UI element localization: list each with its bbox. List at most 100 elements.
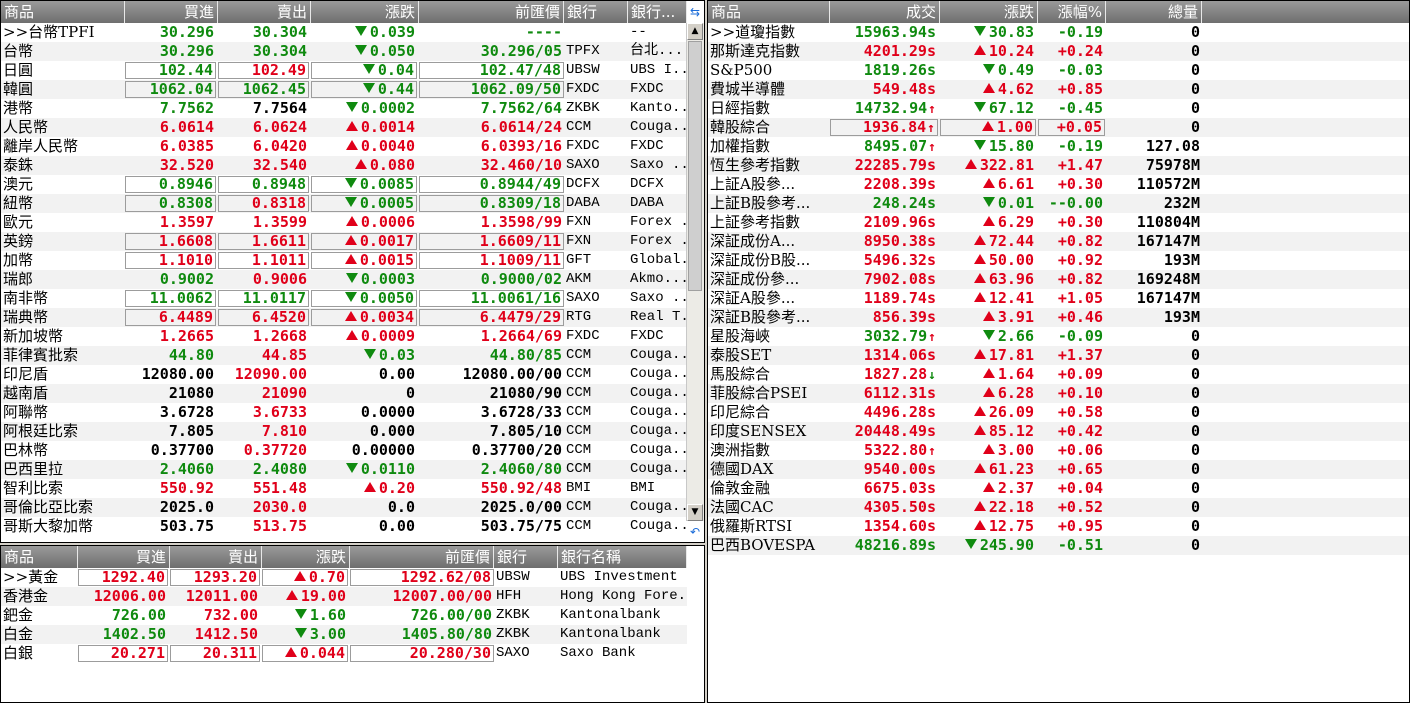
metal-ask-text: 1293.20 bbox=[193, 569, 257, 586]
header-ask[interactable]: 賣出 bbox=[170, 546, 262, 568]
table-row[interactable]: 智利比索 550.92 551.48 0.20 550.92/48 BMI BMI bbox=[1, 479, 687, 498]
table-row[interactable]: 費城半導體 549.48s 4.62 +0.85 0 bbox=[708, 80, 1409, 99]
header-prev[interactable]: 前匯價 bbox=[419, 1, 564, 23]
table-row[interactable]: 阿根廷比索 7.805 7.810 0.000 7.805/10CCM Couga... bbox=[1, 422, 687, 441]
fx-chg-text: 0.04 bbox=[377, 62, 414, 79]
table-row[interactable]: 哥斯大黎加幣 503.75 513.75 0.00 503.75/75 CCM Couga.… bbox=[1, 517, 687, 536]
table-row[interactable]: 加幣 1.1010 1.1011 0.0015 1.1009/11 GFT Global..… bbox=[1, 251, 687, 270]
header-bank[interactable]: 銀行 bbox=[494, 546, 558, 568]
fx-bname-cell: Forex ... bbox=[628, 232, 687, 251]
fx-name-text: 巴西里拉 bbox=[3, 460, 64, 478]
table-row[interactable]: 香港金 12006.00 12011.00 19.00 12007.00/00 HFH Ho… bbox=[1, 587, 687, 606]
table-row[interactable]: 瑞郎 0.9002 0.9006 0.0003 0.9000/02 AKM Akmo... bbox=[1, 270, 687, 289]
table-row[interactable]: 深証成份B股... 5496.32s 50.00 +0.92 193M bbox=[708, 251, 1409, 270]
header-chg[interactable]: 漲跌 bbox=[940, 1, 1038, 23]
table-row[interactable]: 加權指數 8495.07↑ 15.80 -0.19 127.08 bbox=[708, 137, 1409, 156]
table-row[interactable]: 澳洲指數 5322.80↑ 3.00 +0.06 0 bbox=[708, 441, 1409, 460]
table-row[interactable]: 法國CAC 4305.50s 22.18 +0.52 0 bbox=[708, 498, 1409, 517]
scroll-down-icon[interactable]: ▼ bbox=[687, 504, 703, 521]
header-chg[interactable]: 漲跌 bbox=[262, 546, 350, 568]
index-price-cell: 1354.60s bbox=[830, 517, 938, 536]
header-name[interactable]: 商品 bbox=[1, 546, 78, 568]
header-bank[interactable]: 銀行 bbox=[564, 1, 628, 23]
index-name-cell: 深証成份A... bbox=[708, 232, 829, 251]
table-row[interactable]: 白金 1402.50 1412.50 3.00 1405.80/80 ZKBK Kanton… bbox=[1, 625, 687, 644]
table-row[interactable]: 澳元 0.8946 0.8948 0.0085 0.8944/49 DCFX DCFX bbox=[1, 175, 687, 194]
table-row[interactable]: 深証B股參考... 856.39s 3.91 +0.46 193M bbox=[708, 308, 1409, 327]
header-prev[interactable]: 前匯價 bbox=[350, 546, 494, 568]
table-row[interactable]: 港幣 7.7562 7.7564 0.0002 7.7562/64ZKBK Kanto..… bbox=[1, 99, 687, 118]
scroll-up-icon[interactable]: ▲ bbox=[687, 23, 703, 40]
table-row[interactable]: 印度SENSEX 20448.49s 85.12 +0.42 0 bbox=[708, 422, 1409, 441]
table-row[interactable]: 巴西BOVESPA 48216.89s 245.90 -0.51 0 bbox=[708, 536, 1409, 555]
table-row[interactable]: 泰股SET 1314.06s 17.81 +1.37 0 bbox=[708, 346, 1409, 365]
table-row[interactable]: 哥倫比亞比索 2025.0 2030.0 0.0 2025.0/00CCM Couga..… bbox=[1, 498, 687, 517]
header-pct[interactable]: 漲幅% bbox=[1038, 1, 1106, 23]
table-row[interactable]: 馬股綜合 1827.28↓ 1.64 +0.09 0 bbox=[708, 365, 1409, 384]
header-bid[interactable]: 買進 bbox=[125, 1, 218, 23]
index-pct-text: +0.24 bbox=[1057, 42, 1103, 60]
index-chg-cell: 2.66 bbox=[940, 327, 1036, 346]
table-row[interactable]: 那斯達克指數 4201.29s 10.24 +0.24 0 bbox=[708, 42, 1409, 61]
table-row[interactable]: 韓圓 1062.04 1062.45 0.44 1062.09/50 FXDC FXDC bbox=[1, 80, 687, 99]
table-row[interactable]: 深証成份A... 8950.38s 72.44 +0.82 167147M bbox=[708, 232, 1409, 251]
fx-scrollbar[interactable]: ▲ ▼ bbox=[686, 23, 704, 521]
header-ask[interactable]: 賣出 bbox=[218, 1, 311, 23]
table-row[interactable]: 離岸人民幣 6.0385 6.0420 0.0040 6.0393/16 FXDC FXDC bbox=[1, 137, 687, 156]
table-row[interactable]: 南非幣 11.0062 11.0117 0.0050 11.0061/16 SAXO Sax… bbox=[1, 289, 687, 308]
table-row[interactable]: >>道瓊指數 15963.94s 30.83 -0.19 0 bbox=[708, 23, 1409, 42]
scroll-thumb[interactable] bbox=[688, 41, 702, 291]
table-row[interactable]: 德國DAX 9540.00s 61.23 +0.65 0 bbox=[708, 460, 1409, 479]
table-row[interactable]: 巴林幣 0.37700 0.37720 0.00000 0.37700/20 CCM Cou… bbox=[1, 441, 687, 460]
fx-bname-text: 台北... bbox=[630, 43, 684, 59]
table-row[interactable]: 鈀金 726.00 732.00 1.60 726.00/00 ZKBK Kantonalb… bbox=[1, 606, 687, 625]
index-price-text: 2109.96s bbox=[863, 213, 936, 231]
table-row[interactable]: 深証A股參... 1189.74s 12.41 +1.05 167147M bbox=[708, 289, 1409, 308]
table-row[interactable]: 倫敦金融 6675.03s 2.37 +0.04 0 bbox=[708, 479, 1409, 498]
table-row[interactable]: 韓股綜合 1936.84↑ 1.00 +0.05 0 bbox=[708, 118, 1409, 137]
bottom-refresh-icon[interactable]: ↶ bbox=[687, 523, 703, 541]
refresh-config-icon[interactable]: ⇆ bbox=[687, 3, 703, 21]
table-row[interactable]: 菲股綜合PSEI 6112.31s 6.28 +0.10 0 bbox=[708, 384, 1409, 403]
header-name[interactable]: 商品 bbox=[708, 1, 830, 23]
table-row[interactable]: 台幣 30.296 30.304 0.050 30.296/05 TPFX 台北... bbox=[1, 42, 687, 61]
header-bname[interactable]: 銀行... bbox=[628, 1, 687, 23]
header-price[interactable]: 成交 bbox=[830, 1, 940, 23]
fx-bid-cell: 1.6608 bbox=[125, 233, 216, 250]
table-row[interactable]: 印尼盾 12080.00 12090.00 0.00 12080.00/00 CCM Cou… bbox=[1, 365, 687, 384]
table-row[interactable]: 泰銖 32.520 32.540 0.080 32.460/10SAXO Saxo ... bbox=[1, 156, 687, 175]
table-row[interactable]: 俄羅斯RTSI 1354.60s 12.75 +0.95 0 bbox=[708, 517, 1409, 536]
table-row[interactable]: >>台幣TPFI 30.296 30.304 0.039 ---- -- bbox=[1, 23, 687, 42]
table-row[interactable]: 新加坡幣 1.2665 1.2668 0.0009 1.2664/69 FXDC FXDC bbox=[1, 327, 687, 346]
table-row[interactable]: 瑞典幣 6.4489 6.4520 0.0034 6.4479/29 RTG Real T.… bbox=[1, 308, 687, 327]
table-row[interactable]: 白銀 20.271 20.311 0.044 20.280/30 SAXO Saxo Ban… bbox=[1, 644, 687, 663]
table-row[interactable]: 日經指數 14732.94↑ 67.12 -0.45 0 bbox=[708, 99, 1409, 118]
table-row[interactable]: 日圓 102.44 102.49 0.04 102.47/48 UBSW UBS I... bbox=[1, 61, 687, 80]
header-name[interactable]: 商品 bbox=[1, 1, 125, 23]
table-row[interactable]: 英鎊 1.6608 1.6611 0.0017 1.6609/11 FXN Forex ..… bbox=[1, 232, 687, 251]
table-row[interactable]: 巴西里拉 2.4060 2.4080 0.0110 2.4060/80 CCM Couga.… bbox=[1, 460, 687, 479]
index-price-cell: 4496.28s bbox=[830, 403, 938, 422]
table-row[interactable]: 歐元 1.3597 1.3599 0.0006 1.3598/99FXN Forex ..… bbox=[1, 213, 687, 232]
table-row[interactable]: 阿聯幣 3.6728 3.6733 0.0000 3.6728/33CCM Couga..… bbox=[1, 403, 687, 422]
table-row[interactable]: 越南盾 21080 21090 0 21080/90CCM Couga... bbox=[1, 384, 687, 403]
table-row[interactable]: 深証成份參... 7902.08s 63.96 +0.82 169248M bbox=[708, 270, 1409, 289]
table-row[interactable]: >>黃金 1292.40 1293.20 0.70 1292.62/08 UBSW UBS … bbox=[1, 568, 687, 587]
header-vol[interactable]: 總量 bbox=[1106, 1, 1202, 23]
up-triangle-icon bbox=[982, 482, 995, 492]
index-chg-cell: 26.09 bbox=[940, 403, 1036, 422]
table-row[interactable]: 菲律賓批索 44.80 44.85 0.03 44.80/85CCM Couga... bbox=[1, 346, 687, 365]
fx-bid-text: 12080.00 bbox=[141, 365, 214, 383]
table-row[interactable]: 星股海峽 3032.79↑ 2.66 -0.09 0 bbox=[708, 327, 1409, 346]
header-chg[interactable]: 漲跌 bbox=[311, 1, 419, 23]
table-row[interactable]: S&P500 1819.26s 0.49 -0.03 0 bbox=[708, 61, 1409, 80]
header-bid[interactable]: 買進 bbox=[78, 546, 170, 568]
table-row[interactable]: 上証參考指數 2109.96s 6.29 +0.30 110804M bbox=[708, 213, 1409, 232]
table-row[interactable]: 上証A股參... 2208.39s 6.61 +0.30 110572M bbox=[708, 175, 1409, 194]
table-row[interactable]: 恆生參考指數 22285.79s 322.81 +1.47 75978M bbox=[708, 156, 1409, 175]
header-bname[interactable]: 銀行名稱 bbox=[558, 546, 687, 568]
table-row[interactable]: 印尼綜合 4496.28s 26.09 +0.58 0 bbox=[708, 403, 1409, 422]
table-row[interactable]: 上証B股參考... 248.24s 0.01 --0.00 232M bbox=[708, 194, 1409, 213]
table-row[interactable]: 紐幣 0.8308 0.8318 0.0005 0.8309/18 DABA DABA bbox=[1, 194, 687, 213]
table-row[interactable]: 人民幣 6.0614 6.0624 0.0014 6.0614/24CCM Couga..… bbox=[1, 118, 687, 137]
